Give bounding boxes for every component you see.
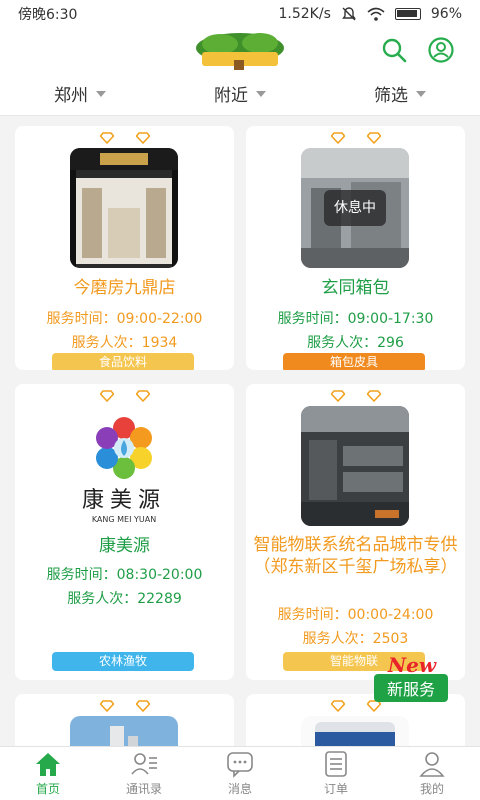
store-card[interactable]: 休息中 玄同箱包 服务时间：09:00-17:30 服务人次：296 箱包皮具 [246, 126, 465, 370]
network-speed: 1.52K/s [278, 6, 331, 22]
status-time: 傍晚6:30 [18, 7, 78, 23]
bottom-tab-bar: 首页 通讯录 消息 订单 我的 [0, 746, 480, 800]
tab-home[interactable]: 首页 [0, 747, 96, 800]
store-logo: 康美源 KANG MEI YUAN [70, 406, 178, 526]
app-logo [196, 33, 284, 70]
flower-logo-icon [96, 417, 152, 479]
top-bar [0, 28, 480, 72]
store-photo [70, 716, 178, 746]
store-photo [301, 716, 409, 746]
rating-diamonds [15, 390, 234, 402]
store-photo [70, 148, 178, 268]
store-card[interactable]: 今磨房九鼎店 服务时间：09:00-22:00 服务人次：1934 食品饮料 [15, 126, 234, 370]
store-service-count: 服务人次：1934 [71, 335, 178, 351]
diamond-icon [99, 700, 114, 712]
filter-bar: 郑州 附近 筛选 [0, 72, 480, 116]
tab-messages[interactable]: 消息 [192, 747, 288, 800]
order-icon [325, 751, 347, 777]
store-name: 今磨房九鼎店 [73, 278, 176, 298]
store-category-tag[interactable]: 农林渔牧 [52, 652, 194, 671]
filter-nearby-label: 附近 [214, 86, 248, 106]
store-service-count: 服务人次：296 [307, 335, 404, 351]
store-category-tag[interactable]: 食品饮料 [52, 353, 194, 370]
battery-level: 96% [430, 6, 462, 22]
store-service-time: 服务时间：09:00-22:00 [46, 311, 203, 327]
store-service-time: 服务时间：08:30-20:00 [46, 567, 203, 583]
filter-city-label: 郑州 [54, 86, 88, 106]
diamond-icon [330, 700, 345, 712]
brand-logo-subtext: KANG MEI YUAN [91, 515, 157, 524]
diamond-icon [366, 132, 381, 144]
rating-diamonds [246, 132, 465, 144]
rating-diamonds [15, 132, 234, 144]
store-service-time: 服务时间：09:00-17:30 [277, 311, 434, 327]
store-category-tag[interactable]: 箱包皮具 [283, 353, 425, 370]
message-icon [227, 752, 253, 778]
status-bar: 傍晚6:30 1.52K/s 96% [0, 0, 480, 28]
store-service-count: 服务人次：2503 [302, 631, 409, 647]
wifi-icon [367, 7, 385, 21]
profile-icon[interactable] [427, 36, 455, 64]
new-service-badge[interactable]: New 新服务 [372, 652, 452, 704]
store-photo: 休息中 [301, 148, 409, 268]
mute-icon [341, 7, 356, 21]
contacts-icon [131, 753, 157, 775]
store-name: 智能物联系统名品城市专供（郑东新区千玺广场私享） [253, 535, 458, 577]
user-icon [419, 752, 445, 777]
tab-me[interactable]: 我的 [384, 747, 480, 800]
store-name: 玄同箱包 [321, 278, 390, 298]
caret-down-icon [96, 90, 106, 97]
tab-contacts-label: 通讯录 [125, 782, 162, 796]
filter-city[interactable]: 郑州 [0, 72, 160, 115]
store-service-count: 服务人次：22289 [67, 591, 182, 607]
rating-diamonds [15, 700, 234, 712]
home-icon [36, 753, 60, 776]
store-card[interactable]: 康美源 KANG MEI YUAN 康美源 服务时间：08:30-20:00 服… [15, 384, 234, 680]
diamond-icon [99, 390, 114, 402]
tab-orders-label: 订单 [323, 782, 348, 796]
battery-icon [394, 8, 421, 20]
tab-messages-label: 消息 [227, 782, 252, 796]
tab-me-label: 我的 [419, 782, 444, 796]
caret-down-icon [256, 90, 266, 97]
filter-nearby[interactable]: 附近 [160, 72, 320, 115]
brand-logo-text: 康美源 [81, 488, 166, 513]
diamond-icon [135, 700, 150, 712]
store-card[interactable]: 智能物联系统名品城市专供（郑东新区千玺广场私享） 服务时间：00:00-24:0… [246, 384, 465, 680]
search-icon[interactable] [380, 36, 408, 64]
tab-home-label: 首页 [35, 782, 60, 796]
store-photo [301, 406, 409, 526]
diamond-icon [135, 390, 150, 402]
diamond-icon [366, 390, 381, 402]
diamond-icon [99, 132, 114, 144]
diamond-icon [330, 390, 345, 402]
new-service-label: 新服务 [387, 680, 435, 699]
resting-overlay: 休息中 [324, 190, 386, 226]
store-name: 康美源 [99, 536, 150, 556]
filter-screen-label: 筛选 [374, 86, 408, 106]
tab-contacts[interactable]: 通讯录 [96, 747, 192, 800]
caret-down-icon [416, 90, 426, 97]
filter-screen[interactable]: 筛选 [320, 72, 480, 115]
diamond-icon [330, 132, 345, 144]
diamond-icon [135, 132, 150, 144]
tab-orders[interactable]: 订单 [288, 747, 384, 800]
rating-diamonds [246, 390, 465, 402]
store-service-time: 服务时间：00:00-24:00 [277, 607, 434, 623]
new-badge-text: New [387, 653, 437, 677]
store-card[interactable] [15, 694, 234, 746]
